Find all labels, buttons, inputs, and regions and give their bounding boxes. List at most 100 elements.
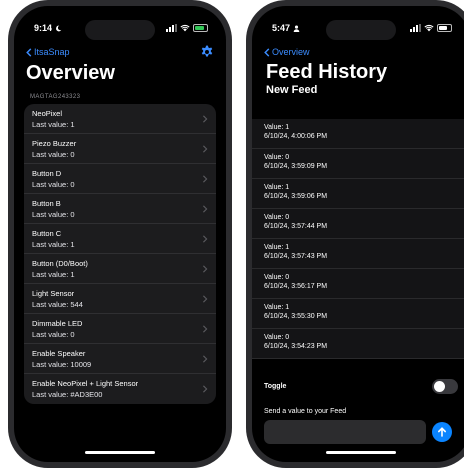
- history-row: Value: 1 6/10/24, 3:57:43 PM: [252, 239, 464, 269]
- feed-name: Dimmable LED: [32, 319, 83, 328]
- feed-history-screen: 5:47 Overview Feed History New Feed Valu…: [252, 6, 464, 462]
- back-button[interactable]: Overview: [264, 47, 310, 57]
- feed-row[interactable]: Enable Speaker Last value: 10009: [24, 344, 216, 374]
- back-button[interactable]: ItsaSnap: [26, 47, 70, 57]
- feed-row[interactable]: Button C Last value: 1: [24, 224, 216, 254]
- feed-row[interactable]: Enable NeoPixel + Light Sensor Last value…: [24, 374, 216, 404]
- section-header: MAGTAG243323: [30, 94, 81, 100]
- feed-name: Button (D0/Boot): [32, 259, 88, 268]
- feed-name: Light Sensor: [32, 289, 75, 298]
- chevron-right-icon: [203, 235, 208, 243]
- chevron-left-icon: [264, 47, 270, 57]
- left-phone: 9:14 ItsaSnap Overview MAGTAG243323 NeoP…: [8, 0, 232, 468]
- cellular-signal-icon: [410, 24, 421, 32]
- wifi-icon: [424, 24, 434, 32]
- status-bar: 9:14: [14, 20, 226, 40]
- history-value: Value: 0: [264, 154, 290, 161]
- overview-screen: 9:14 ItsaSnap Overview MAGTAG243323 NeoP…: [14, 6, 226, 462]
- status-time-group: 5:47: [272, 23, 300, 33]
- feed-last-value: Last value: 10009: [32, 360, 92, 369]
- history-timestamp: 6/10/24, 3:56:17 PM: [264, 283, 328, 290]
- history-row: Value: 0 6/10/24, 3:56:17 PM: [252, 269, 464, 299]
- history-timestamp: 6/10/24, 3:59:09 PM: [264, 163, 328, 170]
- feed-last-value: Last value: #AD3E00: [32, 390, 103, 399]
- home-indicator: [326, 451, 396, 454]
- page-title: Feed History: [266, 61, 388, 83]
- home-indicator: [85, 451, 155, 454]
- history-row: Value: 1 6/10/24, 3:55:30 PM: [252, 299, 464, 329]
- feed-row[interactable]: Light Sensor Last value: 544: [24, 284, 216, 314]
- toggle-switch[interactable]: [432, 379, 458, 394]
- dynamic-island: [85, 20, 155, 40]
- toggle-row: Toggle: [264, 379, 458, 394]
- history-timestamp: 6/10/24, 4:00:06 PM: [264, 133, 328, 140]
- feed-row[interactable]: Button D Last value: 0: [24, 164, 216, 194]
- battery-icon: [193, 24, 208, 32]
- send-label: Send a value to your Feed: [264, 408, 347, 415]
- gear-icon[interactable]: [200, 45, 214, 59]
- feed-name: New Feed: [266, 84, 318, 96]
- feed-row[interactable]: Button (D0/Boot) Last value: 1: [24, 254, 216, 284]
- feed-row[interactable]: Button B Last value: 0: [24, 194, 216, 224]
- feed-name: Piezo Buzzer: [32, 139, 77, 148]
- back-label: ItsaSnap: [34, 47, 70, 57]
- person-icon: [293, 25, 300, 32]
- chevron-right-icon: [203, 385, 208, 393]
- history-timestamp: 6/10/24, 3:54:23 PM: [264, 343, 328, 350]
- cellular-signal-icon: [166, 24, 177, 32]
- toggle-label: Toggle: [264, 383, 287, 390]
- chevron-right-icon: [203, 205, 208, 213]
- status-time: 5:47: [272, 23, 291, 33]
- history-row: Value: 0 6/10/24, 3:54:23 PM: [252, 329, 464, 359]
- feed-last-value: Last value: 544: [32, 300, 83, 309]
- arrow-up-icon: [438, 427, 446, 437]
- chevron-right-icon: [203, 145, 208, 153]
- feed-name: Button D: [32, 169, 62, 178]
- toggle-knob: [434, 381, 445, 392]
- history-value: Value: 1: [264, 244, 290, 251]
- send-button[interactable]: [432, 422, 452, 442]
- feed-last-value: Last value: 1: [32, 240, 75, 249]
- feed-last-value: Last value: 0: [32, 150, 75, 159]
- history-row: Value: 0 6/10/24, 3:57:44 PM: [252, 209, 464, 239]
- chevron-right-icon: [203, 265, 208, 273]
- right-phone: 5:47 Overview Feed History New Feed Valu…: [246, 0, 464, 468]
- chevron-right-icon: [203, 295, 208, 303]
- history-row: Value: 0 6/10/24, 3:59:09 PM: [252, 149, 464, 179]
- battery-icon: [437, 24, 452, 32]
- feed-name: NeoPixel: [32, 109, 63, 118]
- feed-row[interactable]: NeoPixel Last value: 1: [24, 104, 216, 134]
- history-value: Value: 1: [264, 124, 290, 131]
- history-list: Value: 1 6/10/24, 4:00:06 PM Value: 0 6/10/…: [252, 119, 464, 359]
- chevron-right-icon: [203, 175, 208, 183]
- history-value: Value: 0: [264, 334, 290, 341]
- wifi-icon: [180, 24, 190, 32]
- feed-last-value: Last value: 0: [32, 180, 75, 189]
- feed-row[interactable]: Piezo Buzzer Last value: 0: [24, 134, 216, 164]
- nav-bar: ItsaSnap: [26, 44, 214, 60]
- dynamic-island: [326, 20, 396, 40]
- value-input[interactable]: [264, 420, 426, 444]
- feed-last-value: Last value: 0: [32, 330, 75, 339]
- chevron-right-icon: [203, 355, 208, 363]
- back-label: Overview: [272, 47, 310, 57]
- history-timestamp: 6/10/24, 3:55:30 PM: [264, 313, 328, 320]
- system-icons: [166, 24, 208, 32]
- feed-last-value: Last value: 1: [32, 120, 75, 129]
- history-value: Value: 0: [264, 214, 290, 221]
- feed-last-value: Last value: 0: [32, 210, 75, 219]
- history-value: Value: 1: [264, 304, 290, 311]
- status-time: 9:14: [34, 23, 53, 33]
- feed-last-value: Last value: 1: [32, 270, 75, 279]
- feed-name: Enable NeoPixel + Light Sensor: [32, 379, 139, 388]
- status-bar: 5:47: [252, 20, 464, 40]
- history-value: Value: 1: [264, 184, 290, 191]
- system-icons: [410, 24, 452, 32]
- history-row: Value: 1 6/10/24, 3:59:06 PM: [252, 179, 464, 209]
- feed-name: Button C: [32, 229, 62, 238]
- history-row: Value: 1 6/10/24, 4:00:06 PM: [252, 119, 464, 149]
- feed-row[interactable]: Dimmable LED Last value: 0: [24, 314, 216, 344]
- feed-name: Enable Speaker: [32, 349, 86, 358]
- feed-list: NeoPixel Last value: 1 Piezo Buzzer Last va…: [24, 104, 216, 404]
- status-time-group: 9:14: [34, 23, 62, 33]
